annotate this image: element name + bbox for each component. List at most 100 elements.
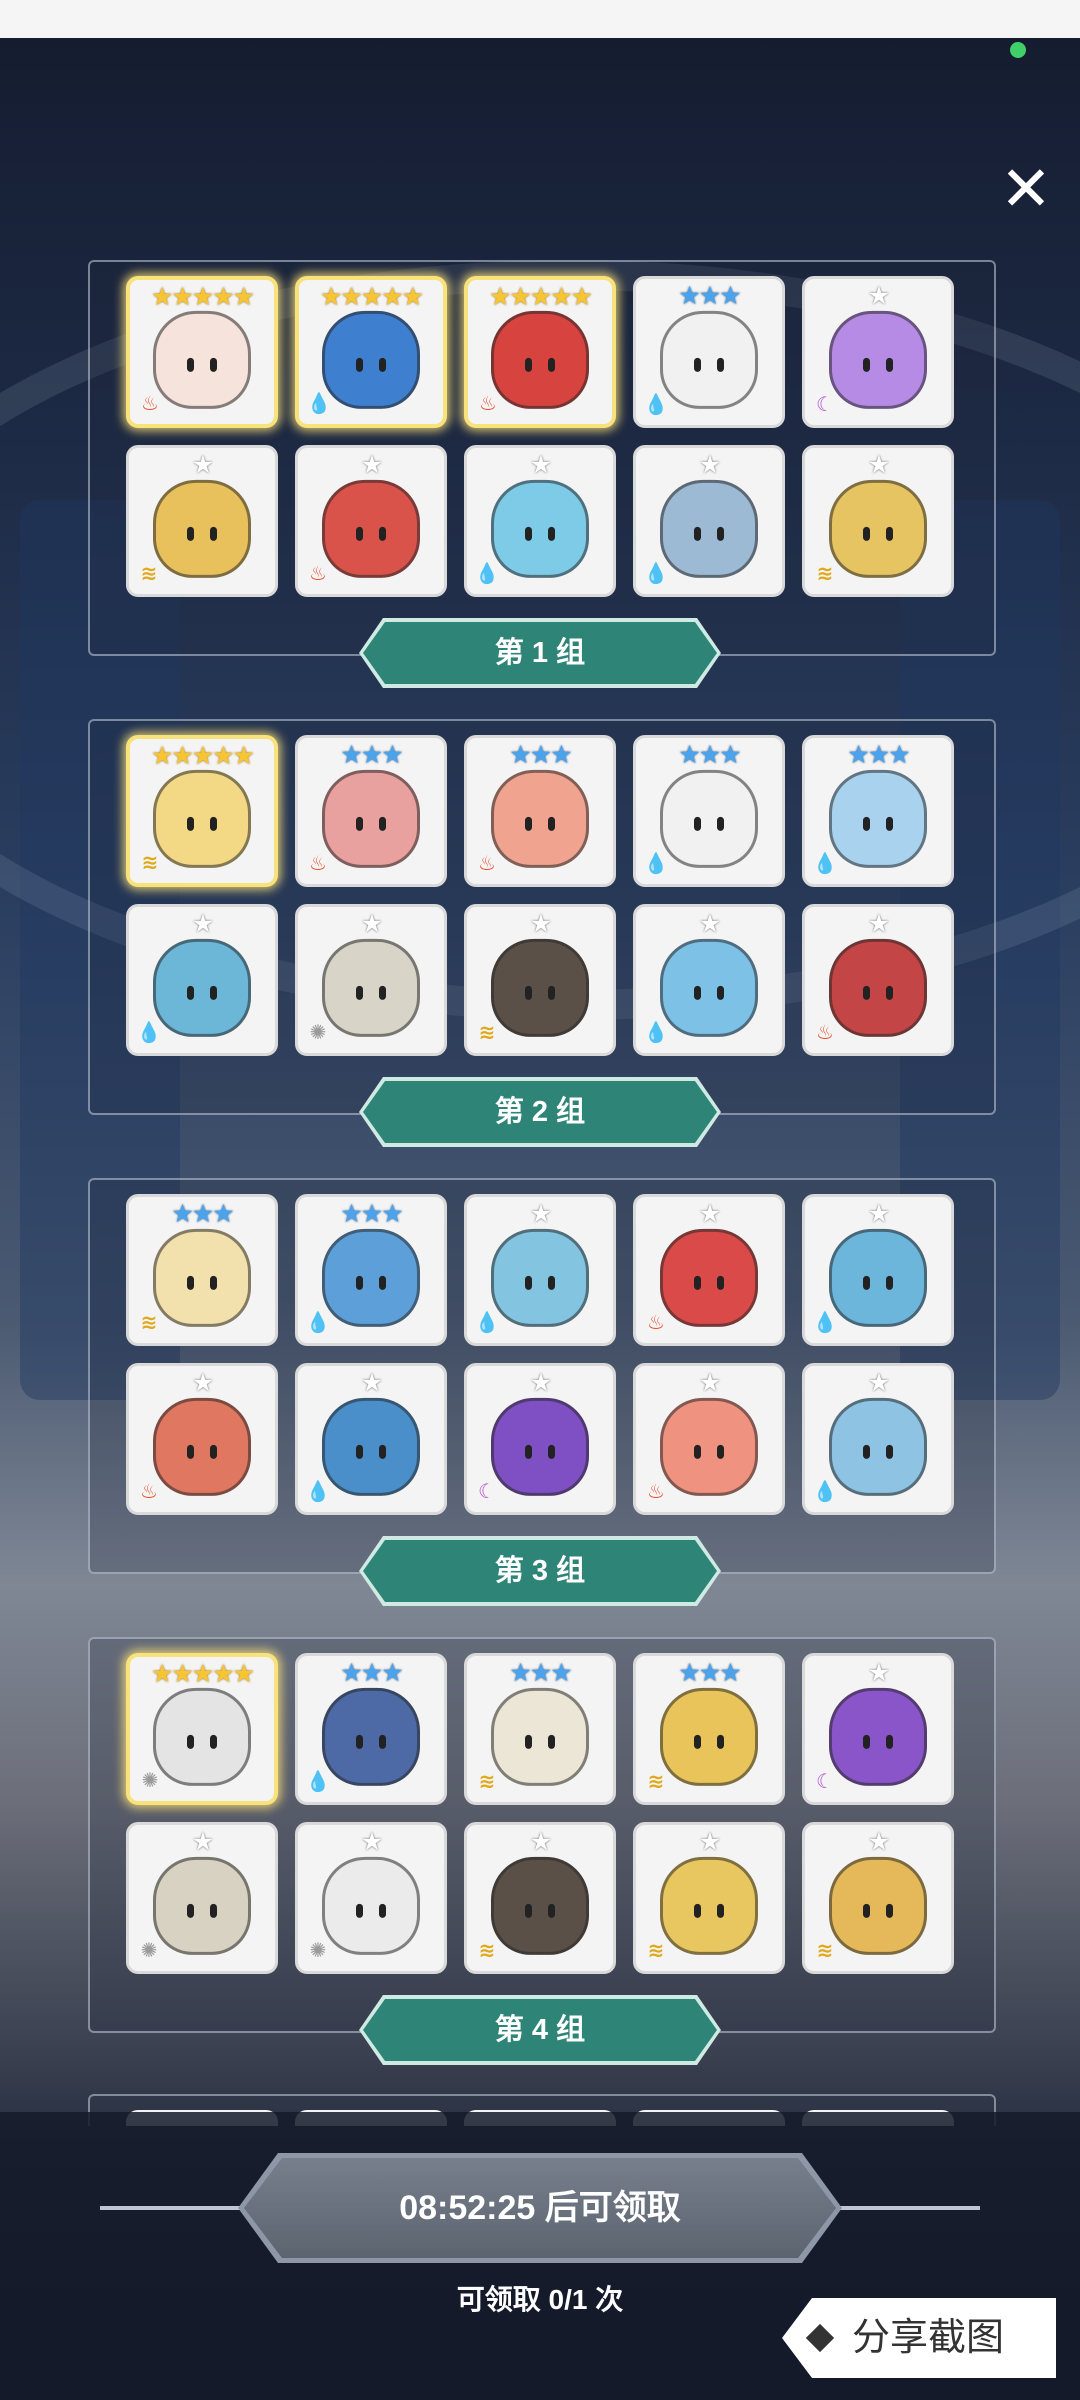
card-grid: ★★★ ≋ ★★★ 💧 ★ 💧 ★ ♨ ★ 💧 ★ ♨ ★ 💧 ★ ☾ ★ ♨ ★ 💧 [126, 1194, 966, 1515]
hero-card[interactable]: ★ 💧 [633, 904, 785, 1056]
hero-card[interactable]: ★★★ ♨ [464, 735, 616, 887]
hero-card[interactable]: ★★★★★ ♨ [464, 276, 616, 428]
star-rating: ★ [805, 283, 951, 309]
hero-card[interactable]: ★ ≋ [633, 1822, 785, 1974]
star-icon: ★ [232, 1660, 255, 1688]
hero-card[interactable]: ★★★ ≋ [464, 1653, 616, 1805]
share-screenshot-button[interactable]: 分享截图 [782, 2298, 1056, 2378]
star-icon: ★ [319, 283, 342, 311]
star-icon: ★ [529, 910, 552, 938]
hero-card[interactable]: ★★★★★ ≋ [126, 735, 278, 887]
hero-card[interactable]: ★ ☾ [464, 1363, 616, 1515]
hero-card[interactable]: ★ ✺ [126, 1822, 278, 1974]
star-rating: ★ [805, 1660, 951, 1686]
hero-card[interactable]: ★ 💧 [633, 445, 785, 597]
star-rating: ★★★ [636, 742, 782, 768]
wind-element-icon: ≋ [647, 1940, 665, 1962]
hero-card[interactable]: ★ ✺ [295, 904, 447, 1056]
hero-card[interactable]: ★★★★★ ♨ [126, 276, 278, 428]
water-element-icon: 💧 [474, 563, 500, 585]
group-panel-2: ★★★★★ ≋ ★★★ ♨ ★★★ ♨ ★★★ 💧 ★★★ 💧 ★ 💧 ★ ✺ ★ ≋ ★ 💧 ★ ♨ [88, 719, 996, 1115]
star-rating: ★★★★★ [468, 284, 612, 310]
water-element-icon: 💧 [643, 1022, 669, 1044]
star-icon: ★ [212, 742, 234, 770]
hero-card[interactable]: ★ ≋ [464, 1822, 616, 1974]
hero-card[interactable]: ★ ✺ [295, 1822, 447, 1974]
light-element-icon: ✺ [309, 1940, 327, 1962]
group-panel-1: ★★★★★ ♨ ★★★★★ 💧 ★★★★★ ♨ ★★★ 💧 ★ ☾ ★ ≋ ★ ♨ ★ 💧 ★ 💧 ★ ≋ [88, 260, 996, 656]
group-title-ribbon: 第 4 组 [363, 1999, 717, 2061]
star-icon: ★ [509, 1659, 531, 1687]
hero-card[interactable]: ★ 💧 [464, 445, 616, 597]
hero-portrait [491, 938, 589, 1037]
group-title-ribbon: 第 3 组 [363, 1540, 717, 1602]
light-element-icon: ✺ [140, 1940, 158, 1962]
star-rating: ★★★★★ [130, 743, 274, 769]
star-icon: ★ [360, 1828, 383, 1856]
star-rating: ★ [298, 911, 444, 937]
hero-portrait [660, 769, 758, 868]
hero-card[interactable]: ★ 💧 [295, 1363, 447, 1515]
hero-card[interactable]: ★ 💧 [802, 1194, 954, 1346]
light-element-icon: ✺ [141, 1770, 159, 1792]
star-icon: ★ [360, 741, 383, 769]
hero-card[interactable]: ★★★ ≋ [633, 1653, 785, 1805]
hero-card[interactable]: ★★★ 💧 [633, 735, 785, 887]
hero-portrait [322, 1228, 420, 1327]
star-icon: ★ [867, 1828, 890, 1856]
hero-card[interactable]: ★★★ 💧 [295, 1653, 447, 1805]
star-rating: ★★★ [298, 1660, 444, 1686]
card-grid: ★★★★★ ≋ ★★★ ♨ ★★★ ♨ ★★★ 💧 ★★★ 💧 ★ 💧 ★ ✺ ★ ≋ ★ 💧 ★ ♨ [126, 735, 966, 1056]
fire-element-icon: ♨ [478, 853, 496, 875]
hero-card[interactable]: ★ 💧 [464, 1194, 616, 1346]
hero-card[interactable]: ★ ♨ [802, 904, 954, 1056]
hero-card[interactable]: ★ ☾ [802, 1653, 954, 1805]
hero-card[interactable]: ★★★ 💧 [633, 276, 785, 428]
hero-card[interactable]: ★ ♨ [633, 1194, 785, 1346]
star-icon: ★ [191, 1200, 214, 1228]
hero-card[interactable]: ★ 💧 [802, 1363, 954, 1515]
star-icon: ★ [570, 283, 593, 311]
star-rating: ★ [129, 1829, 275, 1855]
star-rating: ★ [467, 452, 613, 478]
status-bar [0, 0, 1080, 38]
hero-card[interactable]: ★★★★★ ✺ [126, 1653, 278, 1805]
hero-portrait [660, 1856, 758, 1955]
fire-element-icon: ♨ [647, 1481, 665, 1503]
hero-card[interactable]: ★★★ ♨ [295, 735, 447, 887]
hero-portrait [491, 479, 589, 578]
hero-card[interactable]: ★ ♨ [295, 445, 447, 597]
star-rating: ★ [805, 1829, 951, 1855]
star-icon: ★ [678, 741, 700, 769]
hero-card[interactable]: ★ ≋ [802, 445, 954, 597]
water-element-icon: 💧 [812, 853, 838, 875]
hero-portrait [491, 1687, 589, 1786]
close-button[interactable]: ✕ [996, 159, 1056, 221]
star-icon: ★ [509, 741, 531, 769]
star-icon: ★ [191, 451, 214, 479]
hero-card[interactable]: ★★★★★ 💧 [295, 276, 447, 428]
star-rating: ★★★ [298, 742, 444, 768]
hero-card[interactable]: ★ ♨ [126, 1363, 278, 1515]
star-icon: ★ [191, 283, 214, 311]
hero-card[interactable]: ★★★ 💧 [802, 735, 954, 887]
hero-card[interactable]: ★ 💧 [126, 904, 278, 1056]
star-rating: ★ [636, 911, 782, 937]
star-icon: ★ [171, 1660, 193, 1688]
hero-card[interactable]: ★★★ ≋ [126, 1194, 278, 1346]
hero-card[interactable]: ★★★ 💧 [295, 1194, 447, 1346]
hero-card[interactable]: ★ ≋ [126, 445, 278, 597]
hero-card[interactable]: ★ ≋ [802, 1822, 954, 1974]
hero-card[interactable]: ★ ≋ [464, 904, 616, 1056]
star-rating: ★★★★★ [299, 284, 443, 310]
dark-element-icon: ☾ [816, 1771, 834, 1793]
claim-button[interactable]: 08:52:25 后可领取 [244, 2158, 836, 2258]
fire-element-icon: ♨ [816, 1022, 834, 1044]
hero-portrait [153, 938, 251, 1037]
water-element-icon: 💧 [306, 393, 332, 415]
hero-card[interactable]: ★ ♨ [633, 1363, 785, 1515]
star-icon: ★ [360, 451, 383, 479]
hero-card[interactable]: ★ ☾ [802, 276, 954, 428]
star-icon: ★ [509, 283, 531, 311]
divider-right [840, 2206, 980, 2210]
